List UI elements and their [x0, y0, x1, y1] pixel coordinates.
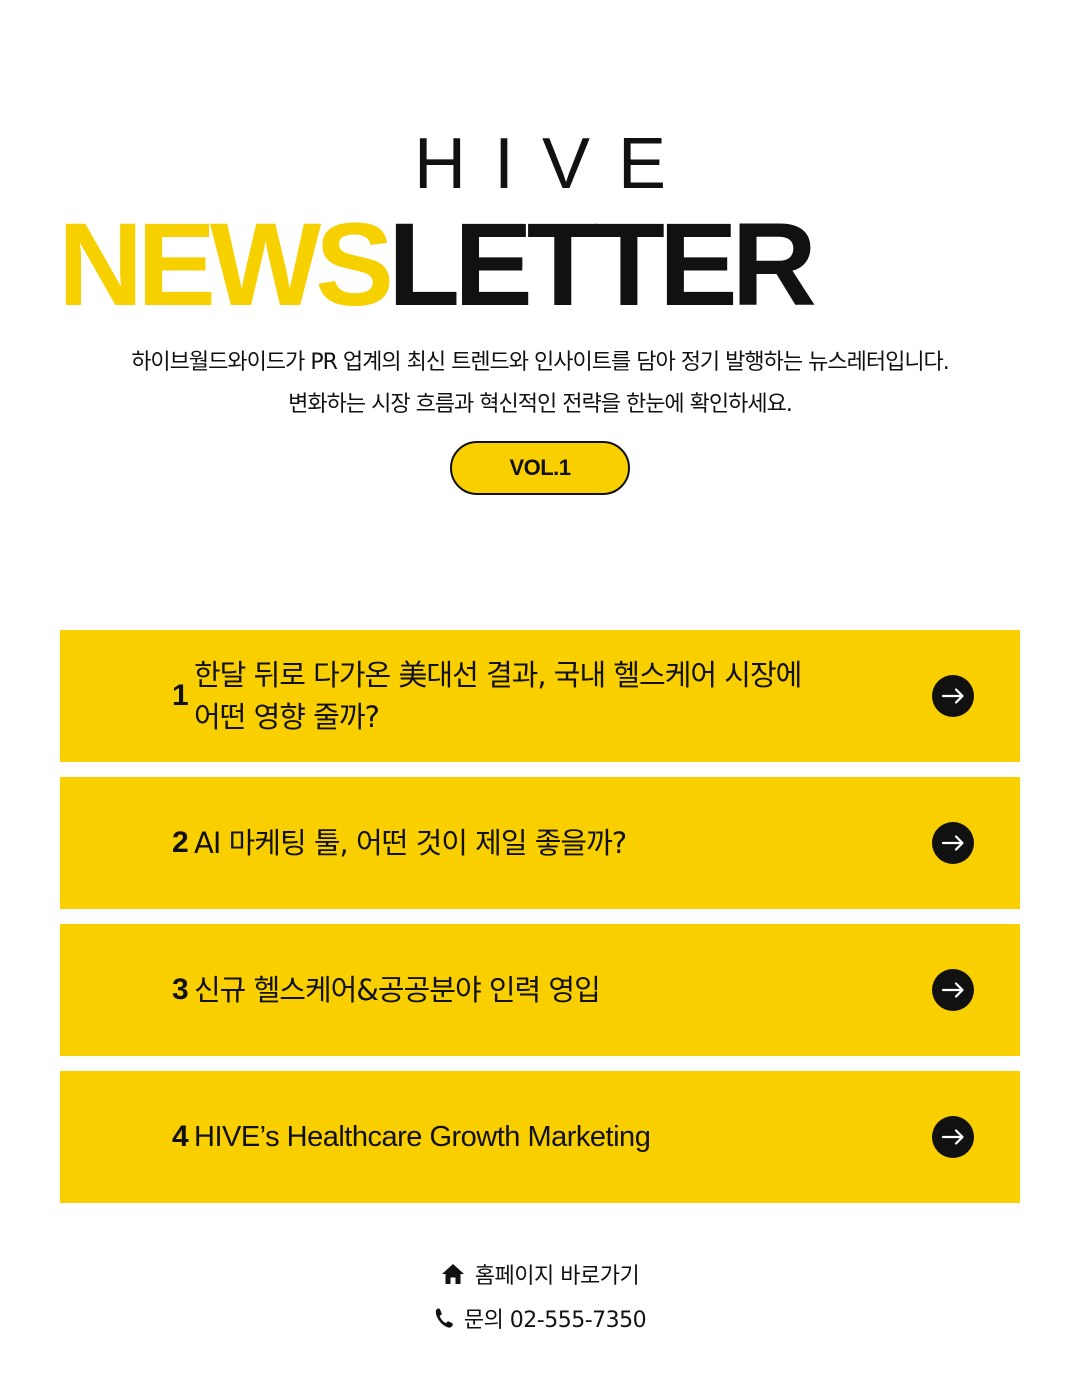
- article-card-4[interactable]: 4 HIVE’s Healthcare Growth Marketing: [60, 1071, 1020, 1203]
- headline-letter: LETTER: [388, 206, 817, 310]
- home-icon: [441, 1263, 465, 1285]
- homepage-link-label[interactable]: 홈페이지 바로가기: [475, 1258, 640, 1290]
- brand-logo: HIVE: [413, 124, 695, 204]
- homepage-link[interactable]: 홈페이지 바로가기: [0, 1258, 1080, 1290]
- article-card-2[interactable]: 2 AI 마케팅 툴, 어떤 것이 제일 좋을까?: [60, 777, 1020, 909]
- article-number: 1: [172, 679, 189, 712]
- arrow-right-circle-icon[interactable]: [932, 1116, 974, 1158]
- article-title-line1: AI 마케팅 툴, 어떤 것이 제일 좋을까?: [194, 826, 627, 860]
- arrow-right-circle-icon[interactable]: [932, 822, 974, 864]
- phone-icon: [434, 1307, 454, 1329]
- newsletter-headline: NEWSLETTER: [58, 206, 1022, 310]
- intro-text-line1: 하이브월드와이드가 PR 업계의 최신 트렌드와 인사이트를 담아 정기 발행하…: [131, 350, 950, 375]
- arrow-right-circle-icon[interactable]: [932, 675, 974, 717]
- article-title: AI 마케팅 툴, 어떤 것이 제일 좋을까?: [194, 777, 884, 909]
- article-card-1[interactable]: 1 한달 뒤로 다가온 美대선 결과, 국내 헬스케어 시장에 어떤 영향 줄까…: [60, 630, 1020, 762]
- volume-badge: VOL.1: [450, 441, 630, 495]
- contact-link[interactable]: 문의 02-555-7350: [0, 1302, 1080, 1334]
- article-title-line1: HIVE’s Healthcare Growth Marketing: [194, 1121, 651, 1153]
- article-title: 신규 헬스케어&공공분야 인력 영입: [194, 924, 884, 1056]
- article-title: 한달 뒤로 다가온 美대선 결과, 국내 헬스케어 시장에 어떤 영향 줄까?: [194, 630, 884, 762]
- article-number: 4: [172, 1120, 189, 1153]
- contact-label[interactable]: 문의 02-555-7350: [464, 1302, 647, 1334]
- article-number: 3: [172, 973, 189, 1006]
- arrow-right-circle-icon[interactable]: [932, 969, 974, 1011]
- article-title-line1: 한달 뒤로 다가온 美대선 결과, 국내 헬스케어 시장에: [194, 658, 802, 692]
- intro-text-line2: 변화하는 시장 흐름과 혁신적인 전략을 한눈에 확인하세요.: [288, 392, 793, 417]
- article-card-3[interactable]: 3 신규 헬스케어&공공분야 인력 영입: [60, 924, 1020, 1056]
- headline-news: NEWS: [58, 206, 394, 310]
- article-title-line1: 신규 헬스케어&공공분야 인력 영입: [194, 973, 601, 1007]
- article-title-line2: 어떤 영향 줄까?: [194, 700, 380, 734]
- article-number: 2: [172, 826, 189, 859]
- article-title: HIVE’s Healthcare Growth Marketing: [194, 1071, 884, 1203]
